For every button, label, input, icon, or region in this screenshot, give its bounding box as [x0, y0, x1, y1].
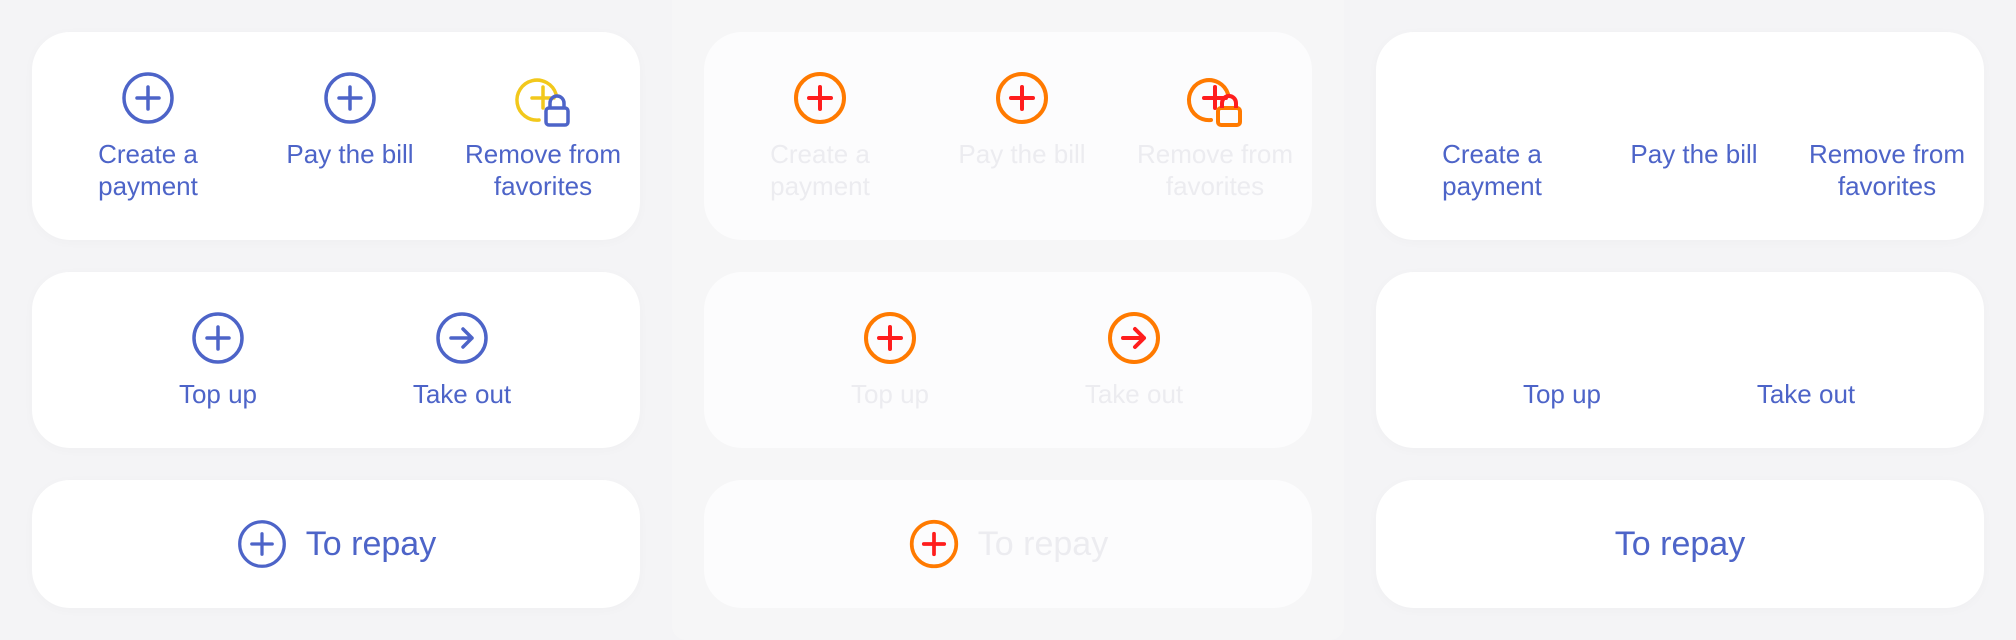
action-variants-board: Create a payment Pay the bill Remove fro… [0, 0, 2016, 640]
top-up-action[interactable]: Top up [118, 310, 318, 410]
repay-label: To repay [305, 524, 437, 563]
remove-favorites-label: Remove from favorites [464, 139, 622, 201]
repay-label: To repay [1614, 524, 1746, 563]
secondary-actions-card: Top up Take out [32, 272, 640, 448]
arrow-right-circle-icon [434, 310, 490, 366]
pay-bill-action[interactable]: Pay the bill [250, 70, 450, 170]
remove-favorites-action[interactable]: Remove from favorites [1124, 70, 1306, 202]
remove-favorites-label: Remove from favorites [1136, 139, 1294, 201]
remove-favorites-label: Remove from favorites [1808, 139, 1966, 201]
pay-bill-label: Pay the bill [958, 139, 1086, 169]
plus-circle-icon [908, 518, 960, 570]
top-up-label: Top up [850, 379, 930, 409]
repay-card: To repay [32, 480, 640, 608]
repay-button[interactable]: To repay [32, 480, 640, 608]
top-up-action[interactable]: Top up [1462, 310, 1662, 410]
secondary-actions-card: Top up Take out [1376, 272, 1984, 448]
repay-card: To repay [704, 480, 1312, 608]
primary-actions-card: Create a payment Pay the bill Remove fro… [32, 32, 640, 240]
pay-bill-label: Pay the bill [286, 139, 414, 169]
repay-label: To repay [977, 524, 1109, 563]
top-up-label: Top up [1522, 379, 1602, 409]
take-out-label: Take out [1084, 379, 1184, 409]
pay-bill-action[interactable]: Pay the bill [922, 70, 1122, 170]
take-out-label: Take out [1756, 379, 1856, 409]
primary-actions-card: Create a payment Pay the bill Remove fro… [704, 32, 1312, 240]
plus-circle-lock-icon [1186, 70, 1243, 127]
create-payment-action[interactable]: Create a payment [720, 70, 920, 202]
take-out-action[interactable]: Take out [1706, 310, 1906, 410]
top-up-label: Top up [178, 379, 258, 409]
plus-circle-icon [322, 70, 378, 126]
remove-favorites-action[interactable]: Remove from favorites [1796, 70, 1978, 202]
plus-circle-icon [236, 518, 288, 570]
create-payment-label: Create a payment [1442, 139, 1542, 201]
variant-default: Create a payment Pay the bill Remove fro… [0, 0, 672, 640]
create-payment-action[interactable]: Create a payment [1392, 70, 1592, 202]
pay-bill-action[interactable]: Pay the bill [1594, 70, 1794, 170]
create-payment-label: Create a payment [770, 139, 870, 201]
repay-card: To repay [1376, 480, 1984, 608]
repay-button[interactable]: To repay [1376, 480, 1984, 608]
plus-circle-icon [862, 310, 918, 366]
primary-actions-card: Create a payment Pay the bill Remove fro… [1376, 32, 1984, 240]
pay-bill-label: Pay the bill [1630, 139, 1758, 169]
take-out-action[interactable]: Take out [362, 310, 562, 410]
repay-button[interactable]: To repay [704, 480, 1312, 608]
plus-circle-icon [120, 70, 176, 126]
arrow-right-circle-icon [1106, 310, 1162, 366]
create-payment-action[interactable]: Create a payment [48, 70, 248, 202]
take-out-label: Take out [412, 379, 512, 409]
secondary-actions-card: Top up Take out [704, 272, 1312, 448]
plus-circle-lock-icon [515, 70, 571, 127]
variant-icons-only: Create a payment Pay the bill Remove fro… [672, 0, 1344, 640]
remove-favorites-action[interactable]: Remove from favorites [452, 70, 634, 202]
plus-circle-icon [190, 310, 246, 366]
take-out-action[interactable]: Take out [1034, 310, 1234, 410]
top-up-action[interactable]: Top up [790, 310, 990, 410]
create-payment-label: Create a payment [98, 139, 198, 201]
variant-labels-only: Create a payment Pay the bill Remove fro… [1344, 0, 2016, 640]
plus-circle-icon [792, 70, 848, 126]
plus-circle-icon [994, 70, 1050, 126]
